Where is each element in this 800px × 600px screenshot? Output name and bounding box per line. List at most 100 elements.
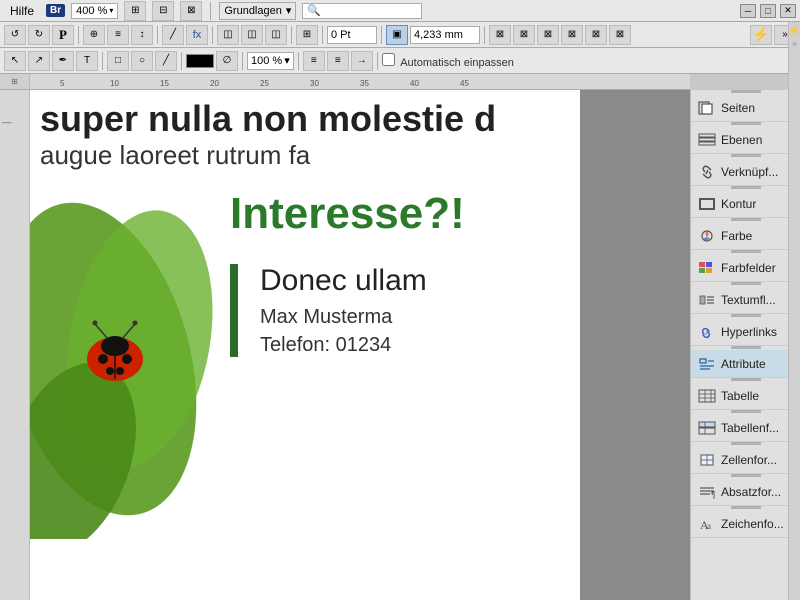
textwrap-icon: [697, 292, 717, 308]
sep-r1: [102, 52, 103, 70]
panel-label-farbfelder: Farbfelder: [721, 261, 794, 275]
panel-item-zeichenfo[interactable]: Aa Zeichenfo...: [691, 510, 800, 538]
auto-fit-checkbox[interactable]: [382, 53, 395, 66]
canvas-area[interactable]: super nulla non molestie d augue laoreet…: [0, 90, 690, 600]
panel-item-kontur[interactable]: Kontur: [691, 190, 800, 218]
dist-btn1[interactable]: ⊠: [489, 25, 511, 45]
percent-dropdown[interactable]: 100 % ▾: [247, 52, 294, 70]
sep-r4: [298, 52, 299, 70]
panel-item-farbe[interactable]: Farbe: [691, 222, 800, 250]
panel-item-zellenfor[interactable]: Zellenfor...: [691, 446, 800, 474]
zoom-arrow[interactable]: ▾: [109, 6, 113, 15]
percent-value: 100 %: [251, 55, 282, 67]
svg-text:a: a: [707, 521, 711, 531]
right-panel: Seiten Ebenen Verknüpf... Kontur: [690, 90, 800, 600]
color-none[interactable]: ∅: [216, 51, 238, 71]
right-content: Interesse?! Donec ullam Max Musterma Tel…: [230, 179, 580, 379]
close-button[interactable]: ✕: [780, 4, 796, 18]
panel-item-tabellenf[interactable]: Tabellenf...: [691, 414, 800, 442]
dist-btn3[interactable]: ⊠: [537, 25, 559, 45]
color-swatch[interactable]: [186, 54, 214, 68]
text-top: super nulla non molestie d: [30, 90, 580, 140]
view-btn-3[interactable]: ⊠: [180, 1, 202, 21]
ladybug-container: [30, 179, 230, 379]
redo-btn[interactable]: ↻: [28, 25, 50, 45]
align-r[interactable]: ◫: [265, 25, 287, 45]
fx-btn[interactable]: fx: [186, 25, 208, 45]
sep-t3: [212, 26, 213, 44]
preset-dropdown[interactable]: Grundlagen ▾: [219, 2, 296, 20]
panel-item-seiten[interactable]: Seiten: [691, 94, 800, 122]
panel-item-attribute[interactable]: Attribute: [691, 350, 800, 378]
tool-3[interactable]: ↕: [131, 25, 153, 45]
select-btn[interactable]: ↖: [4, 51, 26, 71]
arrow-btn[interactable]: →: [351, 51, 373, 71]
ellipse-btn[interactable]: ○: [131, 51, 153, 71]
panel-item-tabelle[interactable]: Tabelle: [691, 382, 800, 410]
dist-btn5[interactable]: ⊠: [585, 25, 607, 45]
br-badge: Br: [46, 4, 65, 17]
line-btn[interactable]: ╱: [155, 51, 177, 71]
pen-btn[interactable]: ✒: [52, 51, 74, 71]
align-l[interactable]: ◫: [217, 25, 239, 45]
edge-arrow[interactable]: »: [792, 39, 796, 48]
undo-btn[interactable]: ↺: [4, 25, 26, 45]
max-text: Max Musterma: [260, 306, 580, 329]
justify-btn[interactable]: ≡: [303, 51, 325, 71]
edge-lightning[interactable]: ⚡: [788, 26, 800, 37]
panel-label-verknuepf: Verknüpf...: [721, 165, 794, 179]
direct-btn[interactable]: ↗: [28, 51, 50, 71]
dist-btn6[interactable]: ⊠: [609, 25, 631, 45]
panel-label-hyperlinks: Hyperlinks: [721, 325, 794, 339]
menu-bar: Hilfe Br 400 % ▾ ⊞ ⊟ ⊠ Grundlagen ▾ 🔍 ─ …: [0, 0, 800, 22]
dist-btn4[interactable]: ⊠: [561, 25, 583, 45]
panel-item-farbfelder[interactable]: Farbfelder: [691, 254, 800, 282]
sep-t1: [78, 26, 79, 44]
menu-hilfe[interactable]: Hilfe: [4, 2, 40, 20]
panel-item-hyperlinks[interactable]: Hyperlinks: [691, 318, 800, 346]
align-c[interactable]: ◫: [241, 25, 263, 45]
panel-item-textumfl[interactable]: Textumfl...: [691, 286, 800, 314]
link-icon: [697, 164, 717, 180]
frame-btn[interactable]: ▣: [386, 25, 408, 45]
panel-label-tabellenf: Tabellenf...: [721, 421, 794, 435]
main-layout: super nulla non molestie d augue laoreet…: [0, 90, 800, 600]
vertical-ruler: │: [0, 90, 30, 600]
sep-r5: [377, 52, 378, 70]
lightning-btn[interactable]: ⚡: [750, 25, 772, 45]
view-btn-1[interactable]: ⊞: [124, 1, 146, 21]
tool-2[interactable]: ≡: [107, 25, 129, 45]
panel-item-verknuepf[interactable]: Verknüpf...: [691, 158, 800, 186]
sep-r3: [242, 52, 243, 70]
toolbar-row1: ↺ ↻ P ⊕ ≡ ↕ ╱ fx ◫ ◫ ◫ ⊞ 0 Pt ▣ 4,233 mm…: [0, 22, 800, 48]
layers-icon: [697, 132, 717, 148]
tool-1[interactable]: ⊕: [83, 25, 105, 45]
zoom-control[interactable]: 400 % ▾: [71, 3, 118, 19]
panel-item-absatzfor[interactable]: ¶ Absatzfor...: [691, 478, 800, 506]
sep-t5: [322, 26, 323, 44]
panel-label-ebenen: Ebenen: [721, 133, 794, 147]
pt-input[interactable]: 0 Pt: [327, 26, 377, 44]
search-bar[interactable]: 🔍: [302, 3, 422, 19]
mm-value: 4,233 mm: [414, 29, 463, 41]
pages-icon: [697, 100, 717, 116]
svg-text:¶: ¶: [711, 490, 716, 499]
text-btn[interactable]: T: [76, 51, 98, 71]
panel-item-ebenen[interactable]: Ebenen: [691, 126, 800, 154]
maximize-button[interactable]: □: [760, 4, 776, 18]
mm-input[interactable]: 4,233 mm: [410, 26, 480, 44]
rect-btn[interactable]: □: [107, 51, 129, 71]
window-controls: ─ □ ✕: [740, 4, 796, 18]
character-icon: Aa: [697, 516, 717, 532]
dist-btn2[interactable]: ⊠: [513, 25, 535, 45]
sep-1: [210, 2, 211, 20]
arrange-btn[interactable]: ⊞: [296, 25, 318, 45]
p-btn[interactable]: P: [52, 25, 74, 45]
stroke-btn[interactable]: ╱: [162, 25, 184, 45]
attribute-icon: [697, 356, 717, 372]
hyperlink-icon: [697, 324, 717, 340]
view-btn-2[interactable]: ⊟: [152, 1, 174, 21]
justify-btn2[interactable]: ≡: [327, 51, 349, 71]
minimize-button[interactable]: ─: [740, 4, 756, 18]
panel-label-zeichenfo: Zeichenfo...: [721, 517, 794, 531]
